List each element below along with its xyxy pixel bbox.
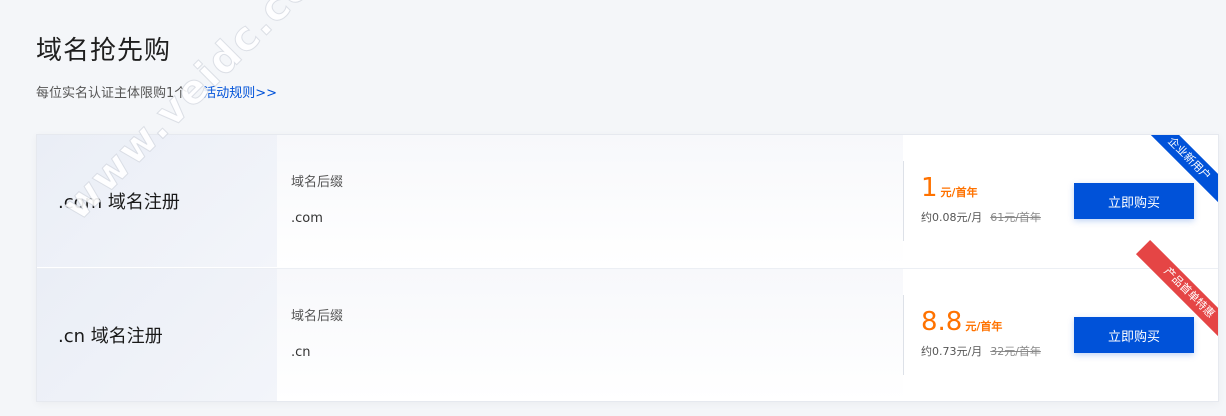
suffix-value: .com [291,211,323,226]
original-price: 32元/首年 [990,345,1041,358]
original-price: 61元/首年 [990,211,1041,224]
product-row-cn: .cn 域名注册 域名后缀 .cn 8.8 元/首年 约0.73元/月 32元/… [37,239,1218,401]
price-block: 1 元/首年 约0.08元/月 61元/首年 [921,175,1041,225]
buy-now-button[interactable]: 立即购买 [1074,183,1194,219]
suffix-label: 域名后缀 [291,175,344,190]
product-details: 域名后缀 .com [277,135,903,267]
subtitle-row: 每位实名认证主体限购1个 活动规则>> [36,82,277,101]
product-name: .com 域名注册 [58,192,180,213]
monthly-price: 约0.08元/月 [921,211,983,224]
price-block: 8.8 元/首年 约0.73元/月 32元/首年 [921,309,1041,359]
price-value: 8.8 [921,307,963,337]
price-unit: 元/首年 [965,320,1003,333]
suffix-label: 域名后缀 [291,309,344,324]
product-card: .com 域名注册 域名后缀 .com 1 元/首年 约0.08元/月 61元/… [36,134,1219,402]
monthly-price: 约0.73元/月 [921,345,983,358]
price-unit: 元/首年 [940,186,978,199]
product-name: .cn 域名注册 [58,326,163,347]
divider [903,161,904,241]
suffix-value: .cn [291,345,311,360]
product-name-panel: .com 域名注册 [37,135,277,267]
buy-now-button[interactable]: 立即购买 [1074,317,1194,353]
product-row-com: .com 域名注册 域名后缀 .com 1 元/首年 约0.08元/月 61元/… [37,135,1218,267]
activity-rules-link[interactable]: 活动规则>> [203,82,277,101]
divider [903,295,904,375]
product-details: 域名后缀 .cn [277,269,903,401]
price-value: 1 [921,173,938,203]
page-title: 域名抢先购 [36,36,172,66]
purchase-limit-text: 每位实名认证主体限购1个 [36,86,188,101]
product-name-panel: .cn 域名注册 [37,269,277,401]
